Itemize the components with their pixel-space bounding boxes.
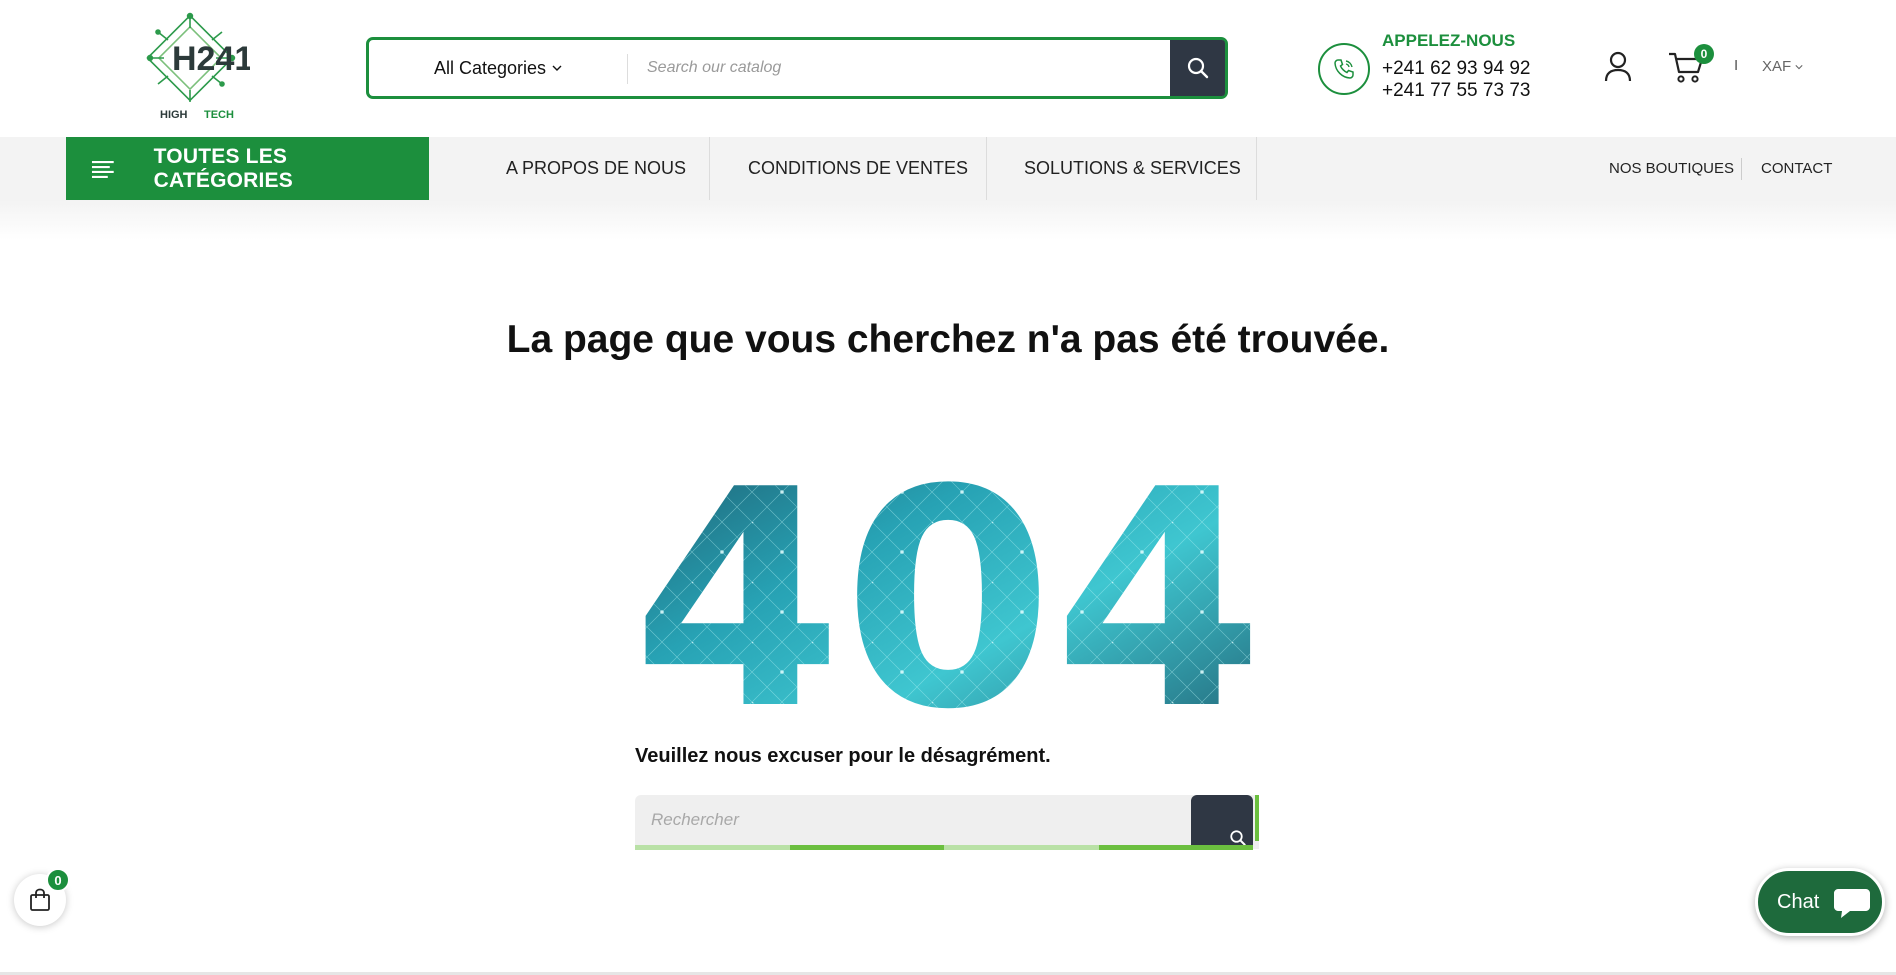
category-select[interactable]: All Categories bbox=[369, 40, 627, 96]
category-select-label: All Categories bbox=[433, 57, 547, 78]
cart-count-badge: 0 bbox=[1694, 44, 1714, 64]
chat-bubble-icon bbox=[1834, 889, 1870, 918]
apology-text: Veuillez nous excuser pour le désagrémen… bbox=[635, 745, 1051, 767]
currency-select[interactable]: XAF bbox=[1762, 58, 1803, 75]
all-categories-label: TOUTES LES CATÉGORIES bbox=[153, 144, 293, 192]
header-search: All Categories bbox=[366, 37, 1228, 99]
currency-label: XAF bbox=[1762, 58, 1792, 75]
search-icon bbox=[1187, 57, 1208, 79]
page-search-underline bbox=[635, 845, 1253, 850]
phone-icon-badge bbox=[1318, 43, 1370, 95]
user-icon[interactable] bbox=[1603, 50, 1633, 84]
nav-shadow bbox=[0, 200, 1896, 240]
call-phone-1[interactable]: +241 62 93 94 92 bbox=[1382, 58, 1530, 80]
all-categories-button[interactable]: TOUTES LES CATÉGORIES bbox=[66, 137, 429, 200]
phone-icon bbox=[1334, 59, 1354, 79]
shopping-bag-icon bbox=[30, 888, 50, 911]
chat-label: Chat bbox=[1777, 890, 1820, 913]
header: H241 HIGH TECH All Categories APPELEZ-NO… bbox=[0, 0, 1896, 137]
logo-sub-left: HIGH bbox=[160, 109, 188, 121]
underline-segment bbox=[789, 845, 944, 850]
logo-sub-right: TECH bbox=[204, 109, 234, 121]
page-search bbox=[635, 795, 1259, 850]
underline-segment bbox=[1098, 845, 1253, 850]
logo-mark: H241 HIGH TECH bbox=[146, 12, 253, 121]
underline-segment bbox=[944, 845, 1099, 850]
logo[interactable]: H241 HIGH TECH bbox=[140, 12, 253, 124]
nav-link-conditions[interactable]: CONDITIONS DE VENTES bbox=[748, 137, 968, 200]
search-button[interactable] bbox=[1170, 40, 1225, 96]
search-divider bbox=[627, 54, 628, 84]
page-title: La page que vous cherchez n'a pas été tr… bbox=[506, 318, 1390, 361]
chevron-down-icon bbox=[1795, 65, 1803, 70]
header-separator: I bbox=[1734, 57, 1739, 74]
page-search-accent bbox=[1255, 795, 1259, 841]
nav-right-divider bbox=[1741, 158, 1742, 180]
nav-divider bbox=[709, 137, 710, 200]
nav-link-stores[interactable]: NOS BOUTIQUES bbox=[1609, 137, 1734, 200]
nav-link-about[interactable]: A PROPOS DE NOUS bbox=[506, 137, 686, 200]
chat-button[interactable]: Chat bbox=[1755, 868, 1885, 936]
error-404-graphic: 404 404 bbox=[632, 462, 1264, 712]
search-input[interactable] bbox=[647, 40, 1167, 96]
logo-letter: H241 bbox=[172, 40, 250, 78]
underline-segment bbox=[635, 845, 790, 850]
call-title: APPELEZ-NOUS bbox=[1382, 31, 1516, 50]
call-phone-2[interactable]: +241 77 55 73 73 bbox=[1382, 80, 1530, 102]
page-search-input[interactable] bbox=[635, 795, 1180, 845]
nav-link-contact[interactable]: CONTACT bbox=[1761, 137, 1832, 200]
nav-link-services[interactable]: SOLUTIONS & SERVICES bbox=[1024, 137, 1241, 200]
nav-divider bbox=[1256, 137, 1257, 200]
chevron-down-icon bbox=[552, 65, 562, 71]
error-code-mesh: 404 bbox=[632, 462, 1264, 712]
menu-icon bbox=[91, 160, 114, 178]
page: H241 HIGH TECH All Categories APPELEZ-NO… bbox=[0, 0, 1896, 975]
nav-divider bbox=[986, 137, 987, 200]
floating-cart-badge: 0 bbox=[46, 868, 70, 892]
page-search-button[interactable] bbox=[1191, 795, 1253, 849]
